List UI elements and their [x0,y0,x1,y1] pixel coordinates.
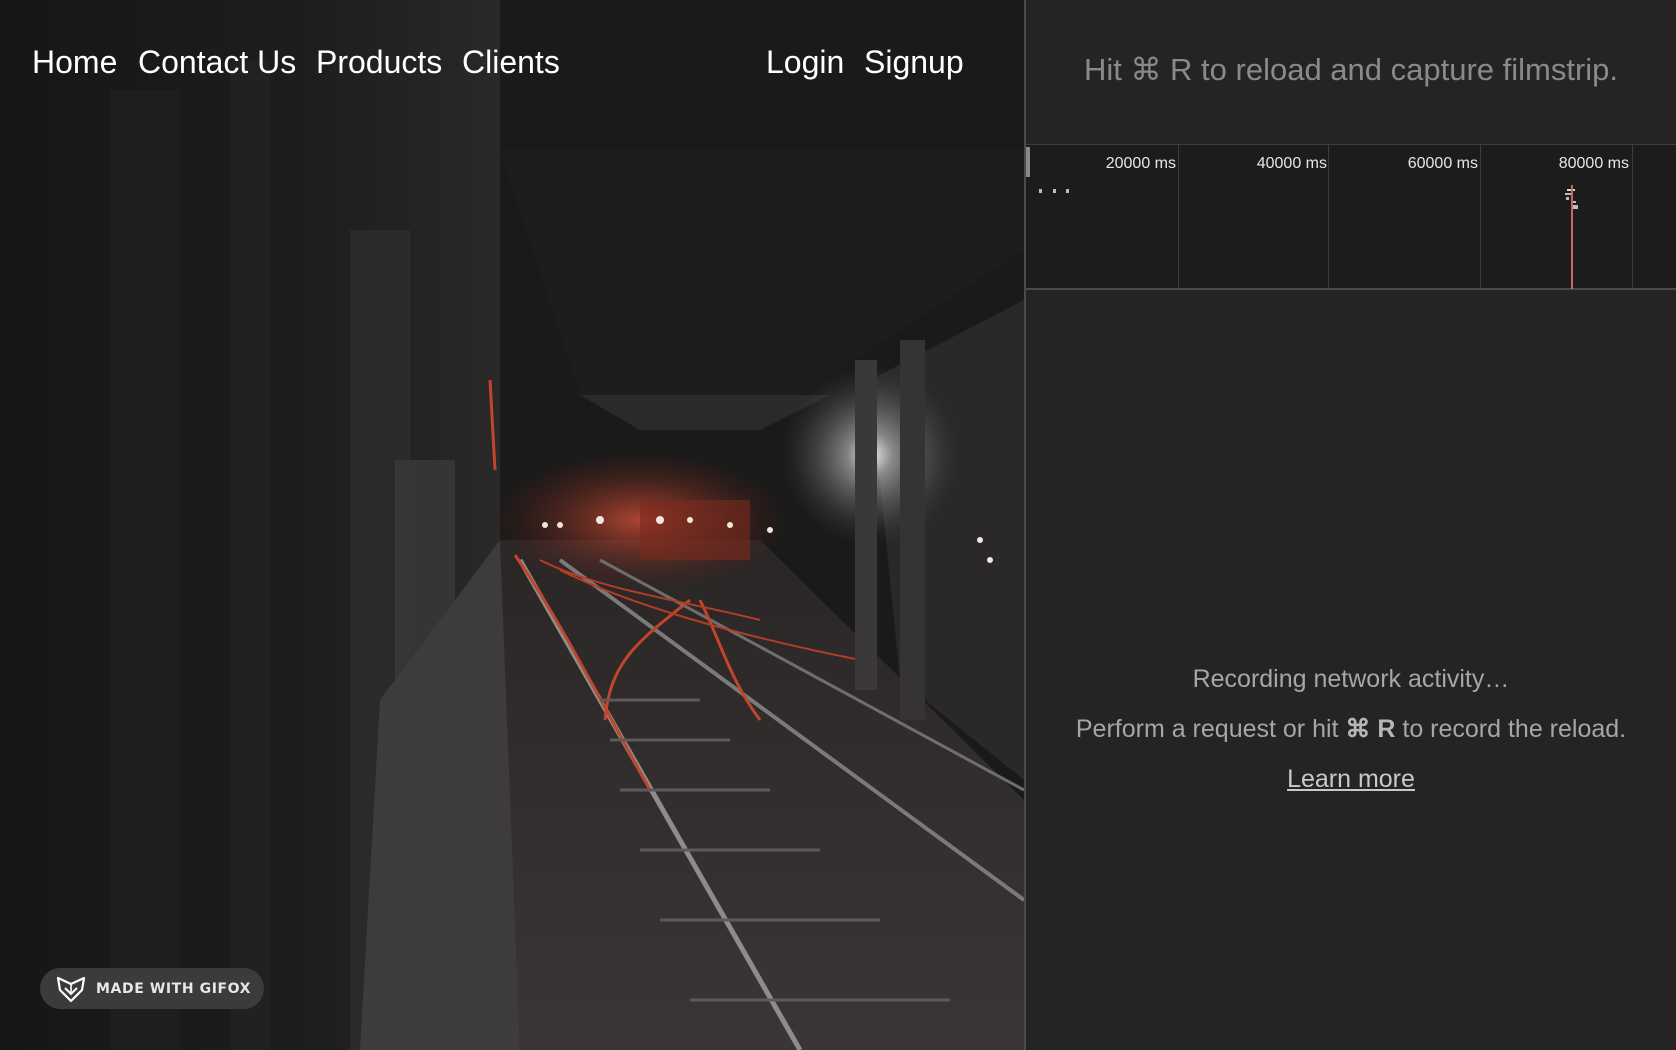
website-viewport: Home Contact Us Products Clients Login S… [0,0,1024,1050]
network-empty-state: Recording network activity… Perform a re… [1026,660,1676,798]
nav-link-home[interactable]: Home [32,44,117,81]
nav-link-signup[interactable]: Signup [864,44,964,81]
timeline-tick-label: 40000 ms [1256,155,1327,172]
perform-request-hint: Perform a request or hit ⌘ R to record t… [1026,710,1676,760]
nav-link-products[interactable]: Products [316,44,442,81]
devtools-network-panel: Hit ⌘ R to reload and capture filmstrip.… [1026,0,1676,1050]
timeline-gridline [1632,145,1633,288]
filmstrip-hint: Hit ⌘ R to reload and capture filmstrip. [1083,52,1619,87]
timeline-gridline [1480,145,1481,288]
timeline-tick-label: 20000 ms [1105,155,1176,172]
recording-status-text: Recording network activity… [1192,665,1510,693]
timeline-tick-label: 80000 ms [1558,155,1629,172]
nav-link-clients[interactable]: Clients [462,44,560,81]
site-navigation: Home Contact Us Products Clients Login S… [0,0,1024,130]
timeline-tick-label: 60000 ms [1407,155,1478,172]
hero-photo-subway-tunnel [0,0,1024,1050]
timeline-gridline [1178,145,1179,288]
perform-hint-suffix: to record the reload. [1395,715,1627,743]
request-activity-mark [1066,189,1069,193]
network-overview-timeline[interactable]: 20000 ms 40000 ms 60000 ms 80000 ms [1026,144,1676,290]
gifox-badge-label: MADE WITH GIFOX [96,980,252,997]
perform-hint-prefix: Perform a request or hit [1075,715,1346,743]
reload-shortcut: ⌘ R [1345,715,1396,743]
overview-start-handle[interactable] [1026,147,1030,177]
fox-icon [56,976,86,1002]
gifox-watermark-badge: MADE WITH GIFOX [40,968,264,1009]
learn-more-link[interactable]: Learn more [1287,760,1415,798]
screen: Home Contact Us Products Clients Login S… [0,0,1676,1050]
load-event-marker [1571,185,1573,289]
request-activity-mark [1039,189,1042,193]
timeline-gridline [1328,145,1329,288]
request-activity-mark [1053,189,1056,193]
nav-link-contact-us[interactable]: Contact Us [138,44,296,81]
nav-link-login[interactable]: Login [766,44,844,81]
